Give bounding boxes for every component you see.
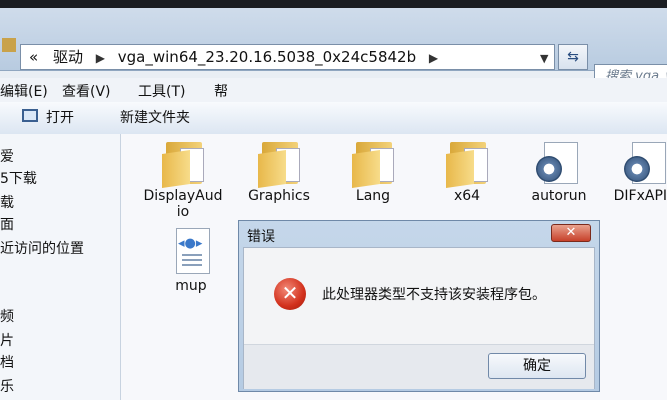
dialog-title: 错误 xyxy=(247,229,275,245)
file-item-lang[interactable]: Lang xyxy=(333,142,413,204)
dialog-body: ✕ 此处理器类型不支持该安装程序包。 确定 xyxy=(243,247,595,389)
breadcrumb-separator-icon[interactable]: ▶ xyxy=(96,51,105,65)
refresh-icon: ⇆ xyxy=(567,49,579,65)
new-folder-button[interactable]: 新建文件夹 xyxy=(120,107,190,127)
menu-edit[interactable]: 编辑(E) xyxy=(0,81,48,101)
folder-icon xyxy=(350,142,396,188)
nav-item-download[interactable]: 载 xyxy=(0,192,14,212)
dialog-close-button[interactable]: ✕ xyxy=(551,224,591,242)
address-input[interactable]: « 驱动 ▶ vga_win64_23.20.16.5038_0x24c5842… xyxy=(20,44,555,70)
file-item-displayaudio[interactable]: DisplayAudio xyxy=(143,142,223,220)
nav-item-pictures[interactable]: 片 xyxy=(0,330,14,350)
photographed-screen: « 驱动 ▶ vga_win64_23.20.16.5038_0x24c5842… xyxy=(0,8,667,400)
menu-view[interactable]: 查看(V) xyxy=(62,81,111,101)
menu-tools[interactable]: 工具(T) xyxy=(138,81,185,101)
nav-item-videos[interactable]: 频 xyxy=(0,306,14,326)
file-item-graphics[interactable]: Graphics xyxy=(239,142,319,204)
html-document-icon: ◂●▸ xyxy=(168,228,214,276)
refresh-button[interactable]: ⇆ xyxy=(558,44,588,70)
menu-help[interactable]: 帮 xyxy=(214,81,228,101)
nav-item-desktop[interactable]: 面 xyxy=(0,214,14,234)
open-button[interactable]: 打开 xyxy=(46,107,74,127)
folder-icon xyxy=(256,142,302,188)
nav-item-documents[interactable]: 档 xyxy=(0,352,14,372)
nav-item-favorites[interactable]: 爱 xyxy=(0,146,14,166)
breadcrumb-parent[interactable]: 驱动 xyxy=(53,48,83,66)
menu-bar: 编辑(E) 查看(V) 工具(T) 帮 xyxy=(0,78,667,102)
file-name: Graphics xyxy=(248,188,310,204)
open-icon[interactable] xyxy=(22,109,38,122)
file-item-mup[interactable]: ◂●▸ mup xyxy=(151,228,231,294)
setup-info-gear-icon xyxy=(624,142,667,186)
breadcrumb-current[interactable]: vga_win64_23.20.16.5038_0x24c5842b xyxy=(118,48,416,66)
toolbar: 打开 新建文件夹 xyxy=(0,102,667,135)
file-item-x64[interactable]: x64 xyxy=(427,142,507,204)
file-name: x64 xyxy=(453,188,481,204)
navigation-pane: 爱 5下载 载 面 近访问的位置 频 片 档 乐 xyxy=(0,134,121,400)
address-dropdown-icon[interactable]: ▼ xyxy=(540,52,548,65)
nav-item-recent-places[interactable]: 近访问的位置 xyxy=(0,238,84,258)
folder-icon xyxy=(160,142,206,188)
ok-button[interactable]: 确定 xyxy=(488,353,586,379)
close-icon: ✕ xyxy=(565,225,577,240)
error-message: 此处理器类型不支持该安装程序包。 xyxy=(322,287,546,303)
file-name: Lang xyxy=(355,188,391,204)
breadcrumb-end-arrow-icon[interactable]: ▶ xyxy=(429,51,438,65)
file-name: mup xyxy=(175,278,207,294)
back-double-chevron-icon: « xyxy=(29,48,39,66)
error-icon: ✕ xyxy=(274,278,306,310)
file-item-autorun[interactable]: autorun xyxy=(519,142,599,204)
file-name: DisplayAudio xyxy=(143,188,223,220)
folder-icon xyxy=(444,142,490,188)
file-name: DIFxAPI.d xyxy=(613,188,667,204)
setup-info-gear-icon xyxy=(536,142,582,186)
address-bar-area: « 驱动 ▶ vga_win64_23.20.16.5038_0x24c5842… xyxy=(0,8,667,90)
nav-item-downloads[interactable]: 5下载 xyxy=(0,168,37,188)
error-dialog: 错误 ✕ ✕ 此处理器类型不支持该安装程序包。 确定 xyxy=(238,220,600,392)
file-item-difxapi[interactable]: DIFxAPI.d xyxy=(607,142,667,204)
dialog-footer: 确定 xyxy=(244,344,594,389)
folder-nav-icon[interactable] xyxy=(2,38,16,52)
nav-item-music[interactable]: 乐 xyxy=(0,376,14,396)
file-name: autorun xyxy=(531,188,587,204)
